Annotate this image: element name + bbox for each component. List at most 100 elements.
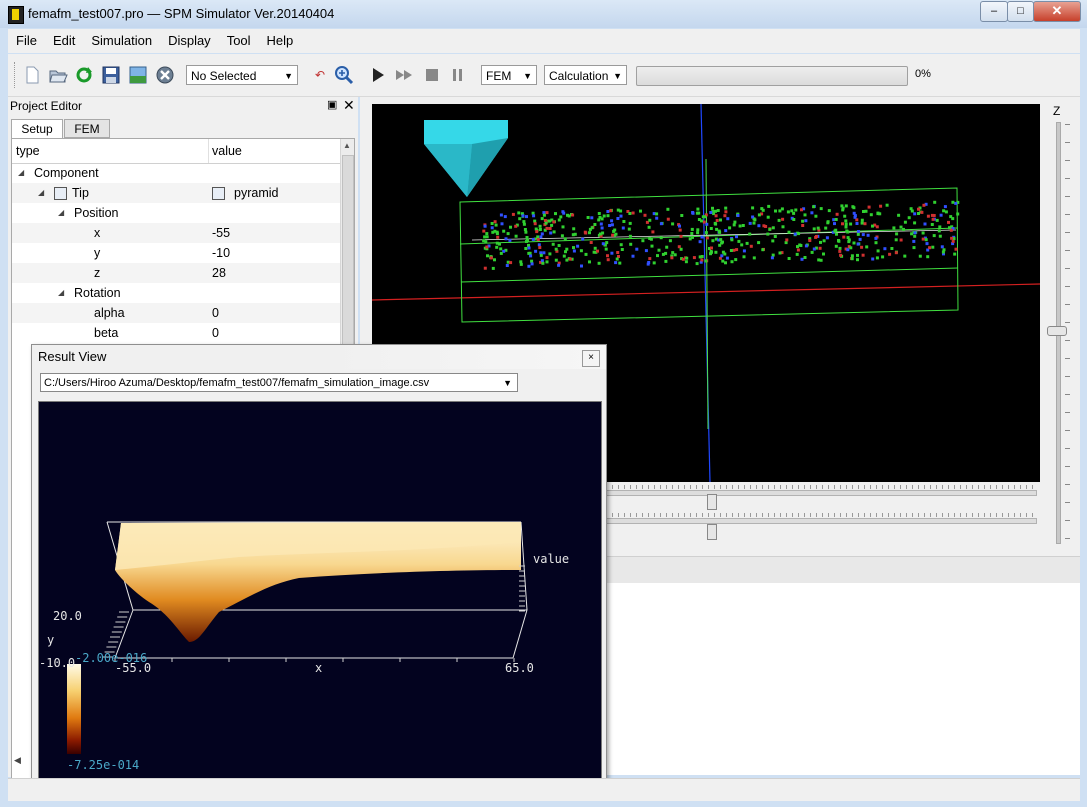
expand-toggle-icon[interactable]: ◢ [38, 183, 44, 203]
tree-row[interactable]: ◢ Component [12, 163, 340, 183]
tree-row[interactable]: ◢ Tip pyramid [12, 183, 340, 203]
tree-row[interactable]: x -55 [12, 223, 340, 243]
scroll-up-icon[interactable]: ▲ [343, 141, 351, 150]
atom-particle [892, 226, 896, 230]
atom-particle [509, 225, 512, 229]
tree-row-value[interactable]: 0 [212, 323, 219, 343]
image-icon[interactable] [128, 65, 148, 85]
result-close-button[interactable]: × [582, 350, 600, 367]
horizontal-slider-2[interactable] [605, 513, 1037, 524]
slider-tick [750, 513, 751, 517]
tree-row[interactable]: ◢ Position [12, 203, 340, 223]
menu-tool[interactable]: Tool [219, 29, 259, 53]
tree-row[interactable]: beta 0 [12, 323, 340, 343]
atom-particle [580, 264, 583, 268]
fast-forward-icon[interactable] [394, 65, 414, 85]
atom-particle [710, 246, 713, 250]
atom-particle [766, 232, 770, 236]
selection-combo[interactable]: No Selected ▼ [186, 65, 298, 85]
close-circle-icon[interactable] [155, 65, 175, 85]
slider-tick [696, 513, 697, 517]
atom-particle [819, 258, 823, 262]
atom-particle [486, 254, 489, 258]
slider-tick [996, 485, 997, 489]
slider-tick [834, 485, 835, 489]
tree-row-value[interactable]: pyramid [234, 183, 278, 203]
atom-particle [883, 247, 887, 251]
horizontal-slider-2-thumb[interactable] [707, 524, 717, 540]
atom-particle [819, 240, 822, 244]
float-panel-icon[interactable]: ▣ [327, 98, 337, 111]
expand-toggle-icon[interactable]: ◢ [58, 283, 64, 303]
tree-row[interactable]: ◢ Rotation [12, 283, 340, 303]
menu-help[interactable]: Help [259, 29, 302, 53]
mode-combo[interactable]: FEM ▼ [481, 65, 537, 85]
tree-row-value[interactable]: -55 [212, 223, 230, 243]
tree-row-value[interactable]: 28 [212, 263, 226, 283]
slider-tick [1002, 485, 1003, 489]
atom-particle [491, 266, 495, 270]
atom-particle [931, 217, 935, 221]
slider-tick [954, 513, 955, 517]
z-slider-thumb[interactable] [1047, 326, 1067, 336]
chevron-down-icon: ▼ [613, 71, 622, 81]
maximize-button[interactable]: □ [1007, 1, 1034, 22]
action-combo[interactable]: Calculation ▼ [544, 65, 627, 85]
tree-row[interactable]: y -10 [12, 243, 340, 263]
slider-tick [804, 485, 805, 489]
zoom-icon[interactable] [334, 65, 354, 85]
horizontal-slider-1[interactable] [605, 485, 1037, 496]
atom-particle [527, 264, 531, 268]
atom-particle [724, 229, 728, 233]
atom-particle [875, 256, 879, 260]
tab-fem[interactable]: FEM [64, 119, 110, 138]
slider-tick [648, 513, 649, 517]
menu-simulation[interactable]: Simulation [83, 29, 160, 53]
pause-icon[interactable] [448, 65, 468, 85]
tree-scroll-thumb[interactable] [342, 155, 354, 347]
toolbar-grip[interactable] [14, 62, 18, 88]
close-panel-icon[interactable]: ✕ [343, 97, 355, 114]
tree-row[interactable]: alpha 0 [12, 303, 340, 323]
menu-edit[interactable]: Edit [45, 29, 83, 53]
tree-row-value[interactable]: 0 [212, 303, 219, 323]
result-plot[interactable]: value 20.0 y -10.0 -2.00e-016 -55.0 x 65… [38, 401, 602, 781]
atom-particle [740, 243, 744, 247]
atom-particle [620, 248, 624, 251]
tab-setup[interactable]: Setup [11, 119, 63, 138]
stop-icon[interactable] [422, 65, 442, 85]
slider-tick [972, 485, 973, 489]
minimize-button[interactable]: ‒ [980, 1, 1008, 22]
tree-row[interactable]: z 28 [12, 263, 340, 283]
new-file-icon[interactable] [22, 65, 42, 85]
atom-particle [498, 242, 501, 246]
expand-toggle-icon[interactable]: ◢ [18, 163, 24, 183]
selection-combo-value: No Selected [191, 69, 257, 83]
expand-toggle-icon[interactable]: ◢ [58, 203, 64, 223]
undo-icon[interactable]: ↶ [310, 65, 330, 85]
open-folder-icon[interactable] [48, 65, 68, 85]
refresh-icon[interactable] [74, 65, 94, 85]
menu-display[interactable]: Display [160, 29, 219, 53]
save-icon[interactable] [101, 65, 121, 85]
atom-particle [605, 241, 609, 245]
tree-header: type value [12, 139, 340, 164]
result-view-titlebar[interactable] [32, 345, 606, 369]
scroll-left-icon[interactable]: ◀ [14, 755, 21, 766]
frame-right-line [512, 609, 528, 659]
atom-particle [812, 205, 816, 209]
slider-tick [1026, 513, 1027, 517]
atom-particle [639, 209, 642, 213]
close-window-button[interactable]: ✕ [1033, 1, 1081, 22]
result-file-combo[interactable]: C:/Users/Hiroo Azuma/Desktop/femafm_test… [40, 373, 518, 392]
horizontal-slider-1-thumb[interactable] [707, 494, 717, 510]
column-header-value[interactable]: value [212, 144, 242, 158]
atom-particle [774, 209, 777, 213]
menu-file[interactable]: File [8, 29, 45, 53]
atom-particle [748, 221, 752, 225]
play-icon[interactable] [368, 65, 388, 85]
column-header-type[interactable]: type [16, 144, 40, 158]
tree-row-value[interactable]: -10 [212, 243, 230, 263]
atom-particle [910, 209, 914, 213]
slider-tick [672, 485, 673, 489]
